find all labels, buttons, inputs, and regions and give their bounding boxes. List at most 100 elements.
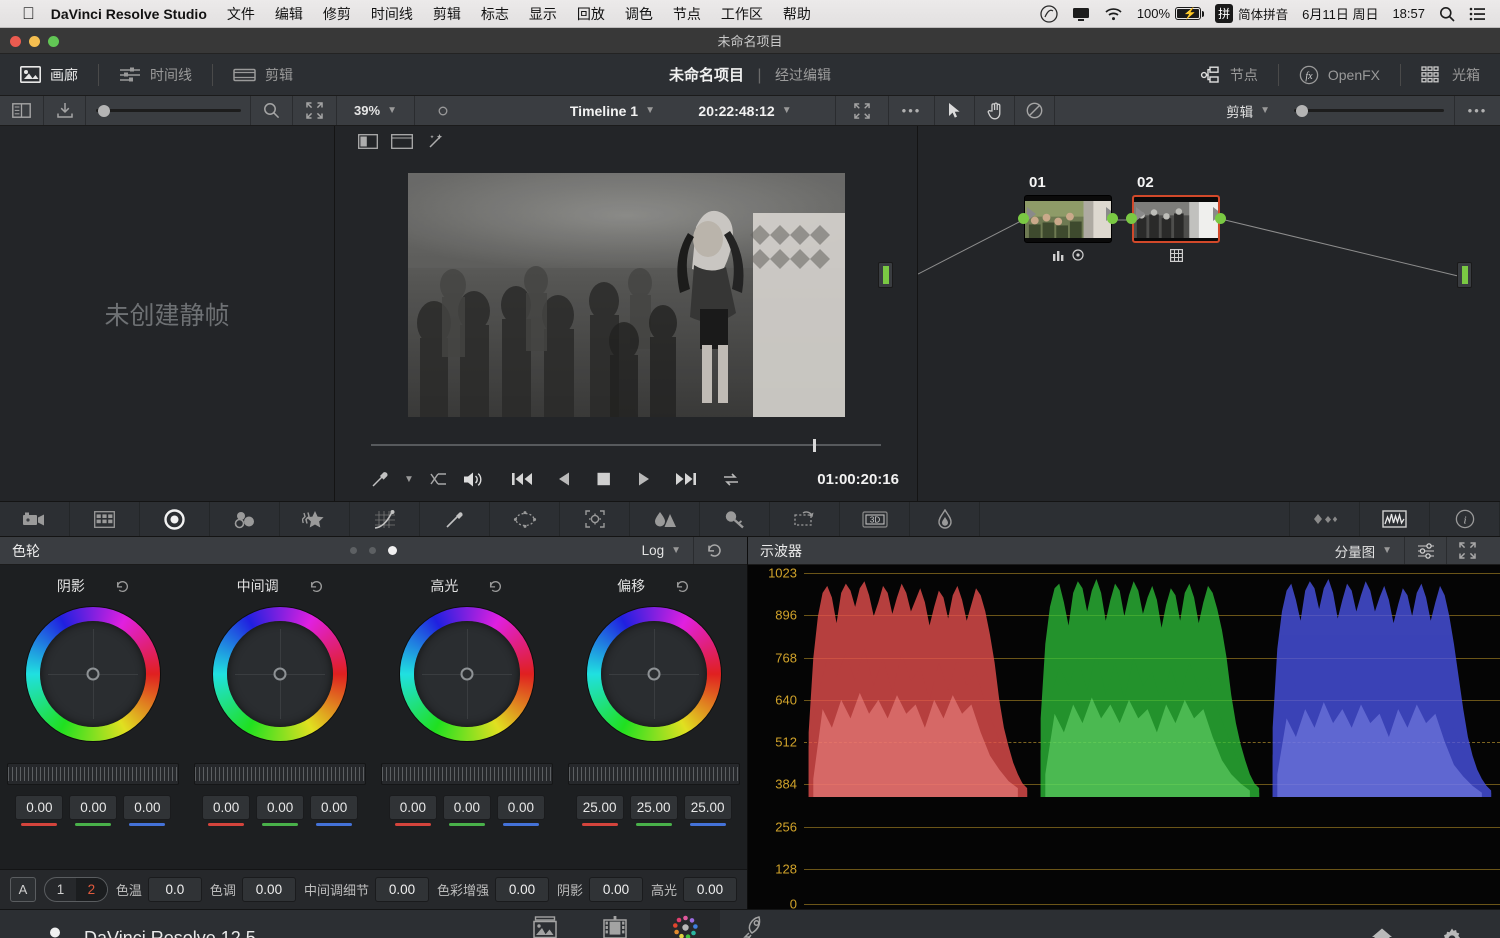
zoom-level-dropdown[interactable]: 39% ▼	[337, 96, 415, 125]
creative-cloud-icon[interactable]	[1040, 4, 1058, 23]
page-dot-3[interactable]	[388, 546, 397, 555]
wheel-value-r[interactable]: 0.00	[15, 795, 64, 820]
toolbar-gallery-button[interactable]: 画廊	[0, 54, 98, 95]
page-dot-1[interactable]	[350, 547, 357, 554]
node-zoom-slider[interactable]	[1284, 96, 1454, 125]
data-burn-icon[interactable]	[910, 502, 980, 536]
menubar-app-name[interactable]: DaVinci Resolve Studio	[51, 6, 207, 22]
play-icon[interactable]	[636, 471, 651, 487]
menu-item-5[interactable]: 标志	[481, 4, 509, 24]
node-graph-panel[interactable]: 01 02	[878, 126, 1500, 501]
shuffle-icon[interactable]	[430, 472, 447, 487]
node-input-connector[interactable]	[1018, 213, 1029, 224]
scope-expand-button[interactable]	[1446, 537, 1488, 564]
notification-center-icon[interactable]	[1469, 7, 1486, 21]
viewer-expand-button[interactable]	[835, 96, 889, 125]
image-wipe-icon[interactable]	[387, 130, 417, 152]
node-input-connector[interactable]	[1126, 213, 1137, 224]
auto-balance-button[interactable]: A	[10, 877, 36, 902]
wheel-value-b[interactable]: 0.00	[310, 795, 359, 820]
key-output-icon[interactable]	[1071, 249, 1084, 261]
gallery-circle-button[interactable]	[415, 96, 471, 125]
minimize-window-button[interactable]	[29, 36, 40, 47]
tracker-icon[interactable]	[560, 502, 630, 536]
node-02[interactable]: 02	[1126, 174, 1226, 262]
stop-icon[interactable]	[596, 471, 612, 487]
3d-icon[interactable]: 3D	[840, 502, 910, 536]
arrow-tool-button[interactable]	[935, 96, 975, 125]
page-dot-2[interactable]	[369, 547, 376, 554]
timeline-selector[interactable]: Timeline 1 ▼	[471, 96, 655, 125]
toolbar-openfx-button[interactable]: fx OpenFX	[1279, 54, 1400, 95]
reset-icon[interactable]	[488, 579, 503, 594]
grid-icon[interactable]	[1169, 249, 1183, 262]
scopes-icon[interactable]	[1052, 249, 1065, 261]
sidebar-toggle-button[interactable]	[0, 96, 44, 125]
wheel-knob[interactable]	[647, 667, 661, 681]
hand-tool-button[interactable]	[975, 96, 1015, 125]
camera-raw-icon[interactable]	[0, 502, 70, 536]
reset-icon[interactable]	[115, 579, 130, 594]
node-mode-dropdown[interactable]: 剪辑 ▼	[1055, 96, 1284, 125]
reset-icon[interactable]	[675, 579, 690, 594]
param-value[interactable]: 0.0	[147, 877, 202, 902]
color-wheel-control[interactable]	[399, 607, 534, 741]
segment-option-2[interactable]: 2	[75, 878, 107, 901]
gallery-panel[interactable]: 未创建静帧	[0, 126, 335, 501]
node-output-terminal[interactable]	[1457, 262, 1472, 288]
window-controls[interactable]	[10, 36, 59, 47]
menu-item-10[interactable]: 工作区	[721, 4, 763, 24]
param-value[interactable]: 0.00	[588, 877, 643, 902]
qualifier-eyedropper-icon[interactable]	[420, 502, 490, 536]
jump-to-end-icon[interactable]	[675, 471, 697, 487]
wheel-value-r[interactable]: 0.00	[202, 795, 251, 820]
scope-mode-dropdown[interactable]: 分量图 ▼	[1323, 537, 1404, 564]
wheel-knob[interactable]	[273, 667, 287, 681]
battery-status[interactable]: 100% ⚡	[1137, 6, 1205, 21]
wheel-value-b[interactable]: 0.00	[496, 795, 545, 820]
color-match-icon[interactable]	[70, 502, 140, 536]
wheel-knob[interactable]	[460, 667, 474, 681]
speaker-icon[interactable]	[463, 471, 483, 488]
slider-knob[interactable]	[1296, 104, 1308, 117]
wheel-knob[interactable]	[86, 667, 100, 681]
magic-wand-icon[interactable]	[421, 130, 451, 152]
timeline-timecode[interactable]: 20:22:48:12 ▼	[655, 96, 835, 125]
page-color[interactable]: 调色	[650, 910, 720, 938]
home-icon[interactable]	[1370, 927, 1394, 938]
input-method-indicator[interactable]: 拼 简体拼音	[1215, 4, 1288, 23]
master-wheel-slider[interactable]	[380, 763, 553, 785]
gallery-expand-button[interactable]	[293, 96, 337, 125]
wifi-icon[interactable]	[1104, 7, 1123, 21]
chevron-down-icon[interactable]: ▼	[404, 474, 414, 485]
wheel-value-g[interactable]: 0.00	[256, 795, 305, 820]
wheel-page-segment[interactable]: 1 2	[43, 877, 108, 902]
color-wheel-control[interactable]	[213, 607, 348, 741]
menu-item-11[interactable]: 帮助	[783, 4, 811, 24]
toolbar-timeline-button[interactable]: 时间线	[99, 54, 212, 95]
master-wheel-slider[interactable]	[567, 763, 740, 785]
spotlight-search-icon[interactable]	[1439, 6, 1455, 22]
segment-option-1[interactable]: 1	[45, 878, 76, 901]
import-still-button[interactable]	[44, 96, 86, 125]
node-options-button[interactable]: •••	[1454, 96, 1500, 125]
wheel-value-b[interactable]: 0.00	[123, 795, 172, 820]
menu-item-0[interactable]: 文件	[227, 4, 255, 24]
wheel-value-g[interactable]: 25.00	[629, 795, 678, 820]
scope-settings-button[interactable]	[1404, 537, 1446, 564]
menu-item-1[interactable]: 编辑	[275, 4, 303, 24]
display-icon[interactable]	[1072, 6, 1090, 22]
wheel-value-g[interactable]: 0.00	[69, 795, 118, 820]
power-window-icon[interactable]	[490, 502, 560, 536]
page-indicator[interactable]	[0, 546, 747, 555]
node-source-terminal[interactable]	[878, 262, 893, 288]
play-reverse-icon[interactable]	[557, 471, 572, 487]
reset-icon[interactable]	[309, 579, 324, 594]
page-deliver[interactable]: 导出	[720, 910, 790, 938]
node-output-connector[interactable]	[1107, 213, 1118, 224]
page-media[interactable]: 媒体	[510, 910, 580, 938]
menu-item-3[interactable]: 时间线	[371, 4, 413, 24]
gallery-zoom-slider[interactable]	[86, 96, 251, 125]
color-wheels-icon[interactable]	[140, 502, 210, 536]
loop-icon[interactable]	[721, 471, 741, 488]
